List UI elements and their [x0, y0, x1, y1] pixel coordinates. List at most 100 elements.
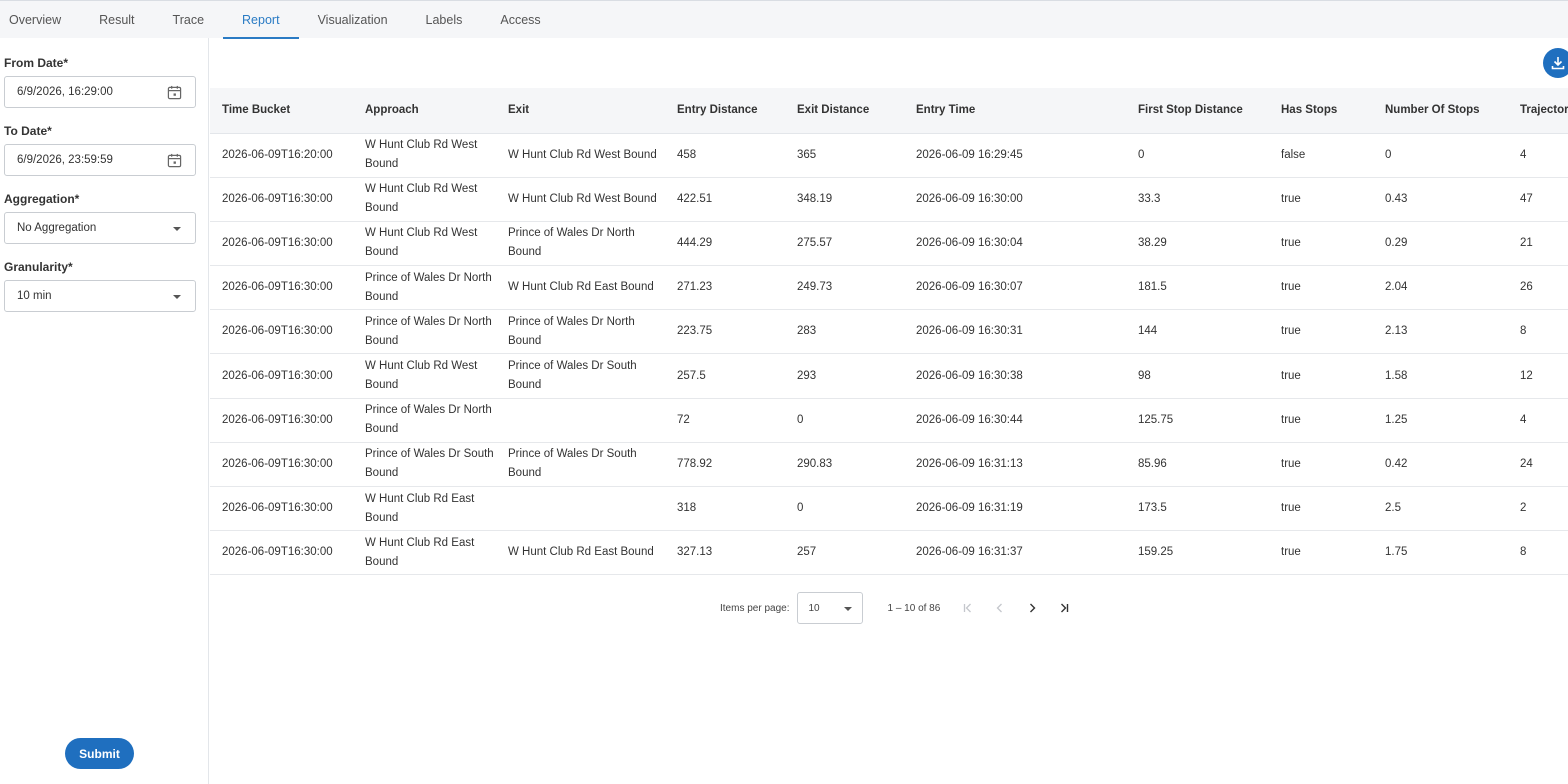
table-cell: Prince of Wales Dr North Bound [353, 309, 496, 355]
column-header[interactable]: Exit Distance [785, 88, 904, 134]
tab-labels[interactable]: Labels [407, 1, 482, 39]
table-row[interactable]: 2026-06-09T16:30:00 W Hunt Club Rd West B… [210, 177, 1568, 222]
table-cell: 223.75 [665, 309, 785, 355]
table-cell: 38.29 [1126, 221, 1269, 267]
column-header[interactable]: Number Of Stops [1373, 88, 1508, 134]
table-row[interactable]: 2026-06-09T16:30:00 W Hunt Club Rd West B… [210, 221, 1568, 267]
table-cell: W Hunt Club Rd East Bound [353, 530, 496, 576]
table-cell [496, 486, 665, 532]
table-cell: W Hunt Club Rd West Bound [496, 177, 665, 222]
to-date-field[interactable]: 6/9/2026, 23:59:59 [4, 144, 196, 176]
column-header[interactable]: Approach [353, 88, 496, 134]
last-page-button[interactable] [1048, 592, 1080, 624]
next-page-icon [1030, 603, 1036, 613]
column-header[interactable]: Entry Distance [665, 88, 785, 134]
from-date-label: From Date* [4, 56, 69, 70]
chevron-down-icon [844, 607, 853, 611]
table-cell: 47 [1508, 177, 1568, 222]
table-cell: 778.92 [665, 442, 785, 488]
table-cell: 348.19 [785, 177, 904, 222]
table-cell: false [1269, 133, 1373, 178]
table-cell: 144 [1126, 309, 1269, 355]
table-cell: 2026-06-09 16:30:38 [904, 353, 1126, 399]
table-cell: 422.51 [665, 177, 785, 222]
column-header[interactable]: Exit [496, 88, 665, 134]
table-cell: 283 [785, 309, 904, 355]
column-header[interactable]: Has Stops [1269, 88, 1373, 134]
table-row[interactable]: 2026-06-09T16:30:00 Prince of Wales Dr So… [210, 442, 1568, 488]
table-body: 2026-06-09T16:20:00 W Hunt Club Rd West B… [210, 133, 1568, 576]
chevron-down-icon [173, 227, 181, 231]
table-cell: 181.5 [1126, 265, 1269, 311]
table-cell: 0 [1373, 133, 1508, 178]
table-row[interactable]: 2026-06-09T16:20:00 W Hunt Club Rd West B… [210, 133, 1568, 178]
table-cell: Prince of Wales Dr North Bound [496, 221, 665, 267]
table-cell: true [1269, 442, 1373, 488]
from-date-value: 6/9/2026, 16:29:00 [17, 86, 113, 98]
table-cell: true [1269, 398, 1373, 443]
table-cell: 2026-06-09 16:30:31 [904, 309, 1126, 355]
to-date-value: 6/9/2026, 23:59:59 [17, 154, 113, 166]
table-row[interactable]: 2026-06-09T16:30:00 Prince of Wales Dr No… [210, 398, 1568, 443]
items-per-page-select[interactable]: 10 [797, 592, 864, 624]
table-cell: 125.75 [1126, 398, 1269, 443]
granularity-label: Granularity* [4, 260, 73, 274]
tab-bar: Overview Result Trace Report Visualization La… [0, 0, 1568, 39]
table-cell: 173.5 [1126, 486, 1269, 532]
next-page-button[interactable] [1016, 592, 1048, 624]
download-button[interactable] [1543, 48, 1568, 78]
report-panel: Time Bucket Approach Exit Entry Distance Exi… [210, 38, 1568, 784]
report-table-container[interactable]: Time Bucket Approach Exit Entry Distance Exi… [210, 88, 1568, 576]
table-cell: 458 [665, 133, 785, 178]
tab-trace[interactable]: Trace [154, 1, 224, 39]
granularity-value: 10 min [17, 290, 52, 302]
granularity-select[interactable]: 10 min [4, 280, 196, 312]
first-page-button[interactable] [952, 592, 984, 624]
table-cell: W Hunt Club Rd East Bound [496, 265, 665, 311]
column-header[interactable]: Time Bucket [210, 88, 353, 134]
table-cell: true [1269, 177, 1373, 222]
table-cell: W Hunt Club Rd East Bound [496, 530, 665, 576]
table-cell: 0.29 [1373, 221, 1508, 267]
table-cell: 33.3 [1126, 177, 1269, 222]
column-header[interactable]: Trajector [1508, 88, 1568, 134]
table-cell: Prince of Wales Dr North Bound [353, 265, 496, 311]
column-header[interactable]: Entry Time [904, 88, 1126, 134]
calendar-icon[interactable] [167, 153, 182, 168]
page-range: 1 – 10 of 86 [887, 602, 941, 614]
paginator: Items per page: 10 1 – 10 of 86 [720, 592, 1080, 624]
table-row[interactable]: 2026-06-09T16:30:00 Prince of Wales Dr No… [210, 309, 1568, 355]
table-cell: 4 [1508, 398, 1568, 443]
tab-report[interactable]: Report [223, 1, 299, 39]
table-cell: 21 [1508, 221, 1568, 267]
table-cell: 12 [1508, 353, 1568, 399]
table-cell: 85.96 [1126, 442, 1269, 488]
table-cell: Prince of Wales Dr South Bound [353, 442, 496, 488]
table-row[interactable]: 2026-06-09T16:30:00 W Hunt Club Rd East B… [210, 530, 1568, 576]
table-cell: true [1269, 309, 1373, 355]
calendar-icon[interactable] [167, 85, 182, 100]
tab-access[interactable]: Access [481, 1, 559, 39]
table-cell: 2.5 [1373, 486, 1508, 532]
submit-button[interactable]: Submit [65, 738, 134, 769]
table-header-row: Time Bucket Approach Exit Entry Distance Exi… [210, 88, 1568, 134]
tab-result[interactable]: Result [80, 1, 153, 39]
table-cell: 24 [1508, 442, 1568, 488]
table-row[interactable]: 2026-06-09T16:30:00 W Hunt Club Rd East B… [210, 486, 1568, 532]
table-cell: 2026-06-09 16:30:07 [904, 265, 1126, 311]
table-cell: 2026-06-09T16:30:00 [210, 353, 353, 399]
filter-sidebar: From Date* 6/9/2026, 16:29:00 To Date* 6… [0, 38, 209, 784]
table-cell: 2026-06-09 16:31:19 [904, 486, 1126, 532]
tab-visualization[interactable]: Visualization [299, 1, 407, 39]
table-row[interactable]: 2026-06-09T16:30:00 W Hunt Club Rd West B… [210, 353, 1568, 399]
table-cell: 4 [1508, 133, 1568, 178]
from-date-field[interactable]: 6/9/2026, 16:29:00 [4, 76, 196, 108]
column-header[interactable]: First Stop Distance [1126, 88, 1269, 134]
table-row[interactable]: 2026-06-09T16:30:00 Prince of Wales Dr No… [210, 265, 1568, 311]
chevron-down-icon [173, 295, 181, 299]
tab-overview[interactable]: Overview [0, 1, 80, 39]
table-cell: W Hunt Club Rd West Bound [353, 353, 496, 399]
table-cell: 0 [785, 486, 904, 532]
prev-page-button[interactable] [984, 592, 1016, 624]
aggregation-select[interactable]: No Aggregation [4, 212, 196, 244]
